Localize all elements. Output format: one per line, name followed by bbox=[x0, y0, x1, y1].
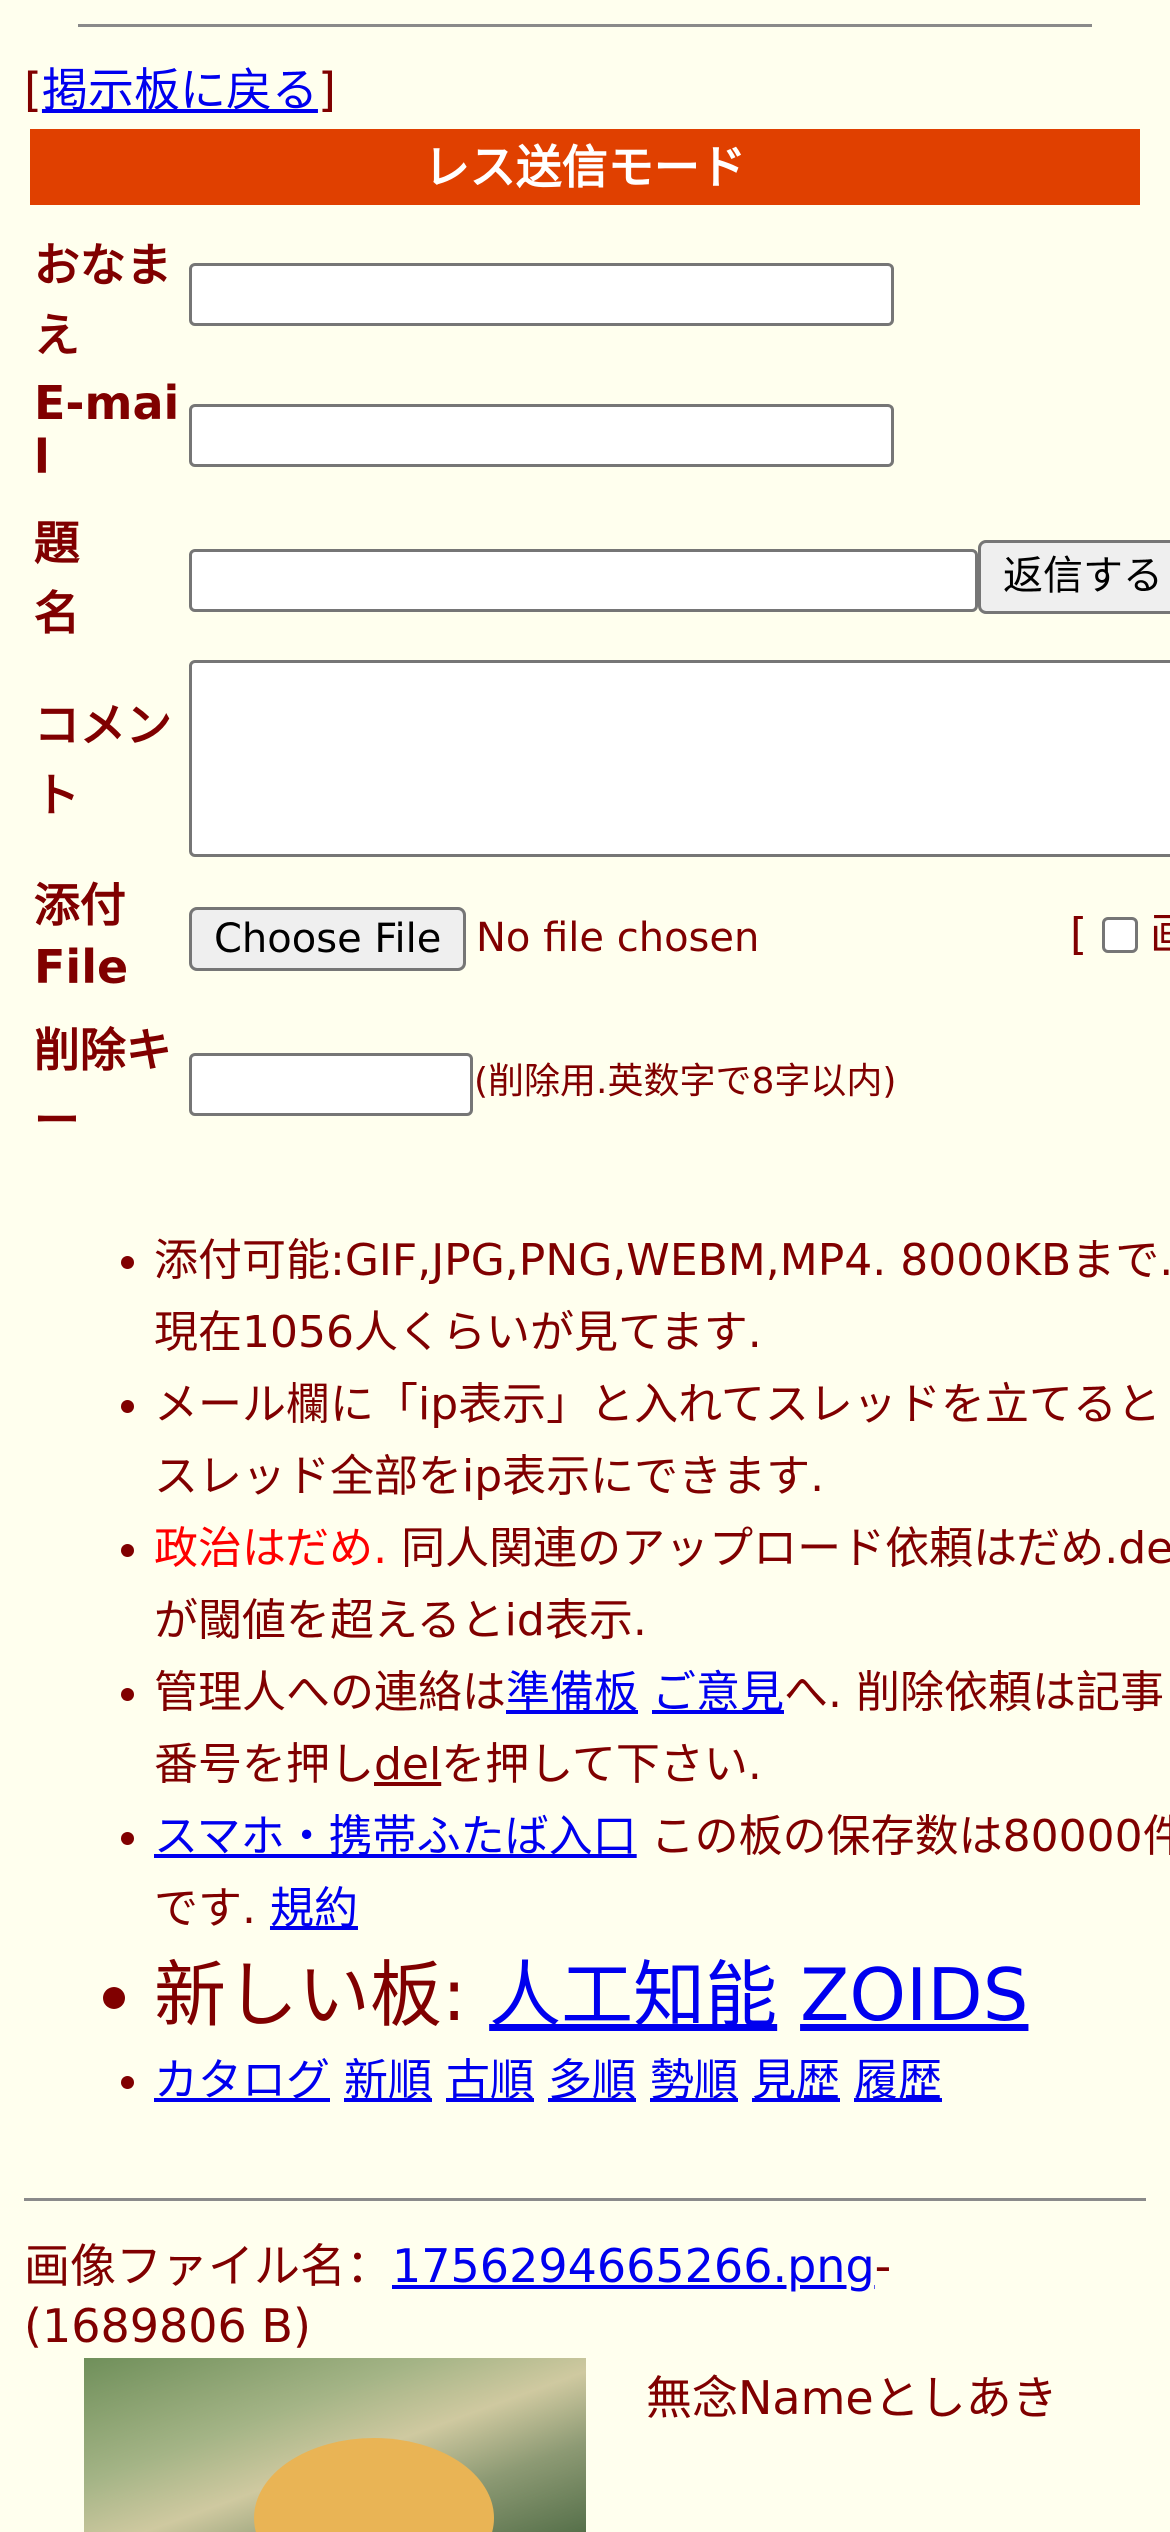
back-to-board-link[interactable]: 掲示板に戻る bbox=[42, 63, 318, 117]
reply-submit-button[interactable]: 返信する bbox=[978, 540, 1170, 614]
list-item: 管理人への連絡は準備板 ご意見へ. 削除依頼は記事番号を押しdelを押して下さい… bbox=[154, 1657, 1170, 1801]
post-history-link[interactable]: 履歴 bbox=[854, 2055, 942, 2106]
email-label: E-mail bbox=[34, 376, 180, 484]
delete-key-hint: (削除用.英数字で8字以内) bbox=[474, 1061, 897, 1102]
board-notes: 添付可能:GIF,JPG,PNG,WEBM,MP4. 8000KBまで. 現在1… bbox=[100, 1225, 1170, 2117]
choose-file-button[interactable]: Choose File bbox=[189, 907, 467, 971]
no-file-text: No file chosen bbox=[476, 915, 760, 961]
image-option-label: 画 bbox=[1150, 905, 1170, 965]
prep-board-link[interactable]: 準備板 bbox=[506, 1667, 638, 1718]
list-item: 新しい板: 人工知能 ZOIDS bbox=[154, 1945, 1170, 2045]
sort-new-link[interactable]: 新順 bbox=[344, 2055, 432, 2106]
catalog-link[interactable]: カタログ bbox=[154, 2055, 330, 2106]
reply-mode-banner: レス送信モード bbox=[30, 129, 1140, 205]
sort-many-link[interactable]: 多順 bbox=[548, 2055, 636, 2106]
del-text: del bbox=[374, 1739, 442, 1790]
list-item: スマホ・携帯ふたば入口 この板の保存数は80000件です. 規約 bbox=[154, 1801, 1170, 1945]
image-option-checkbox[interactable] bbox=[1102, 917, 1138, 953]
terms-link[interactable]: 規約 bbox=[270, 1883, 358, 1934]
back-nav: [掲示板に戻る] bbox=[24, 63, 336, 117]
mobile-entrance-link[interactable]: スマホ・携帯ふたば入口 bbox=[154, 1811, 637, 1862]
list-item: 添付可能:GIF,JPG,PNG,WEBM,MP4. 8000KBまで. 現在1… bbox=[154, 1225, 1170, 1369]
sort-momentum-link[interactable]: 勢順 bbox=[650, 2055, 738, 2106]
image-option-bracket: [ bbox=[1070, 909, 1088, 960]
view-history-link[interactable]: 見歴 bbox=[752, 2055, 840, 2106]
name-input[interactable] bbox=[189, 263, 894, 326]
attach-label: 添付File bbox=[34, 878, 129, 994]
list-item: カタログ 新順 古順 多順 勢順 見歴 履歴 bbox=[154, 2045, 1170, 2117]
delete-key-input[interactable] bbox=[189, 1053, 473, 1116]
feedback-link[interactable]: ご意見 bbox=[652, 1667, 784, 1718]
email-input[interactable] bbox=[189, 404, 894, 467]
new-board-ai-link[interactable]: 人工知能 bbox=[489, 1953, 777, 2037]
sort-old-link[interactable]: 古順 bbox=[446, 2055, 534, 2106]
comment-textarea[interactable] bbox=[189, 660, 1170, 857]
new-board-zoids-link[interactable]: ZOIDS bbox=[800, 1953, 1028, 2037]
list-item: メール欄に「ip表示」と入れてスレッドを立てるとスレッド全部をip表示にできます… bbox=[154, 1369, 1170, 1513]
image-file-link[interactable]: 1756294665266.png bbox=[392, 2239, 875, 2293]
politics-warning: 政治はだめ. bbox=[154, 1523, 388, 1574]
delete-key-label: 削除キー bbox=[34, 1023, 172, 1147]
subject-input[interactable] bbox=[189, 549, 978, 612]
comment-label: コメント bbox=[34, 698, 172, 822]
post-file-info: 画像ファイル名：1756294665266.png- (1689806 B) bbox=[24, 2239, 892, 2353]
section-divider bbox=[24, 2198, 1146, 2201]
top-divider bbox=[78, 24, 1092, 27]
post-thumbnail[interactable] bbox=[84, 2358, 586, 2532]
thumbnail-figure bbox=[254, 2438, 494, 2532]
name-label: おなまえ bbox=[34, 238, 172, 362]
subject-label: 題名 bbox=[34, 516, 80, 640]
list-item: 政治はだめ. 同人関連のアップロード依頼はだめ.delが閾値を超えるとid表示. bbox=[154, 1513, 1170, 1657]
file-size: (1689806 B) bbox=[24, 2299, 311, 2353]
poster-name: 無念Nameとしあき bbox=[646, 2371, 1058, 2425]
